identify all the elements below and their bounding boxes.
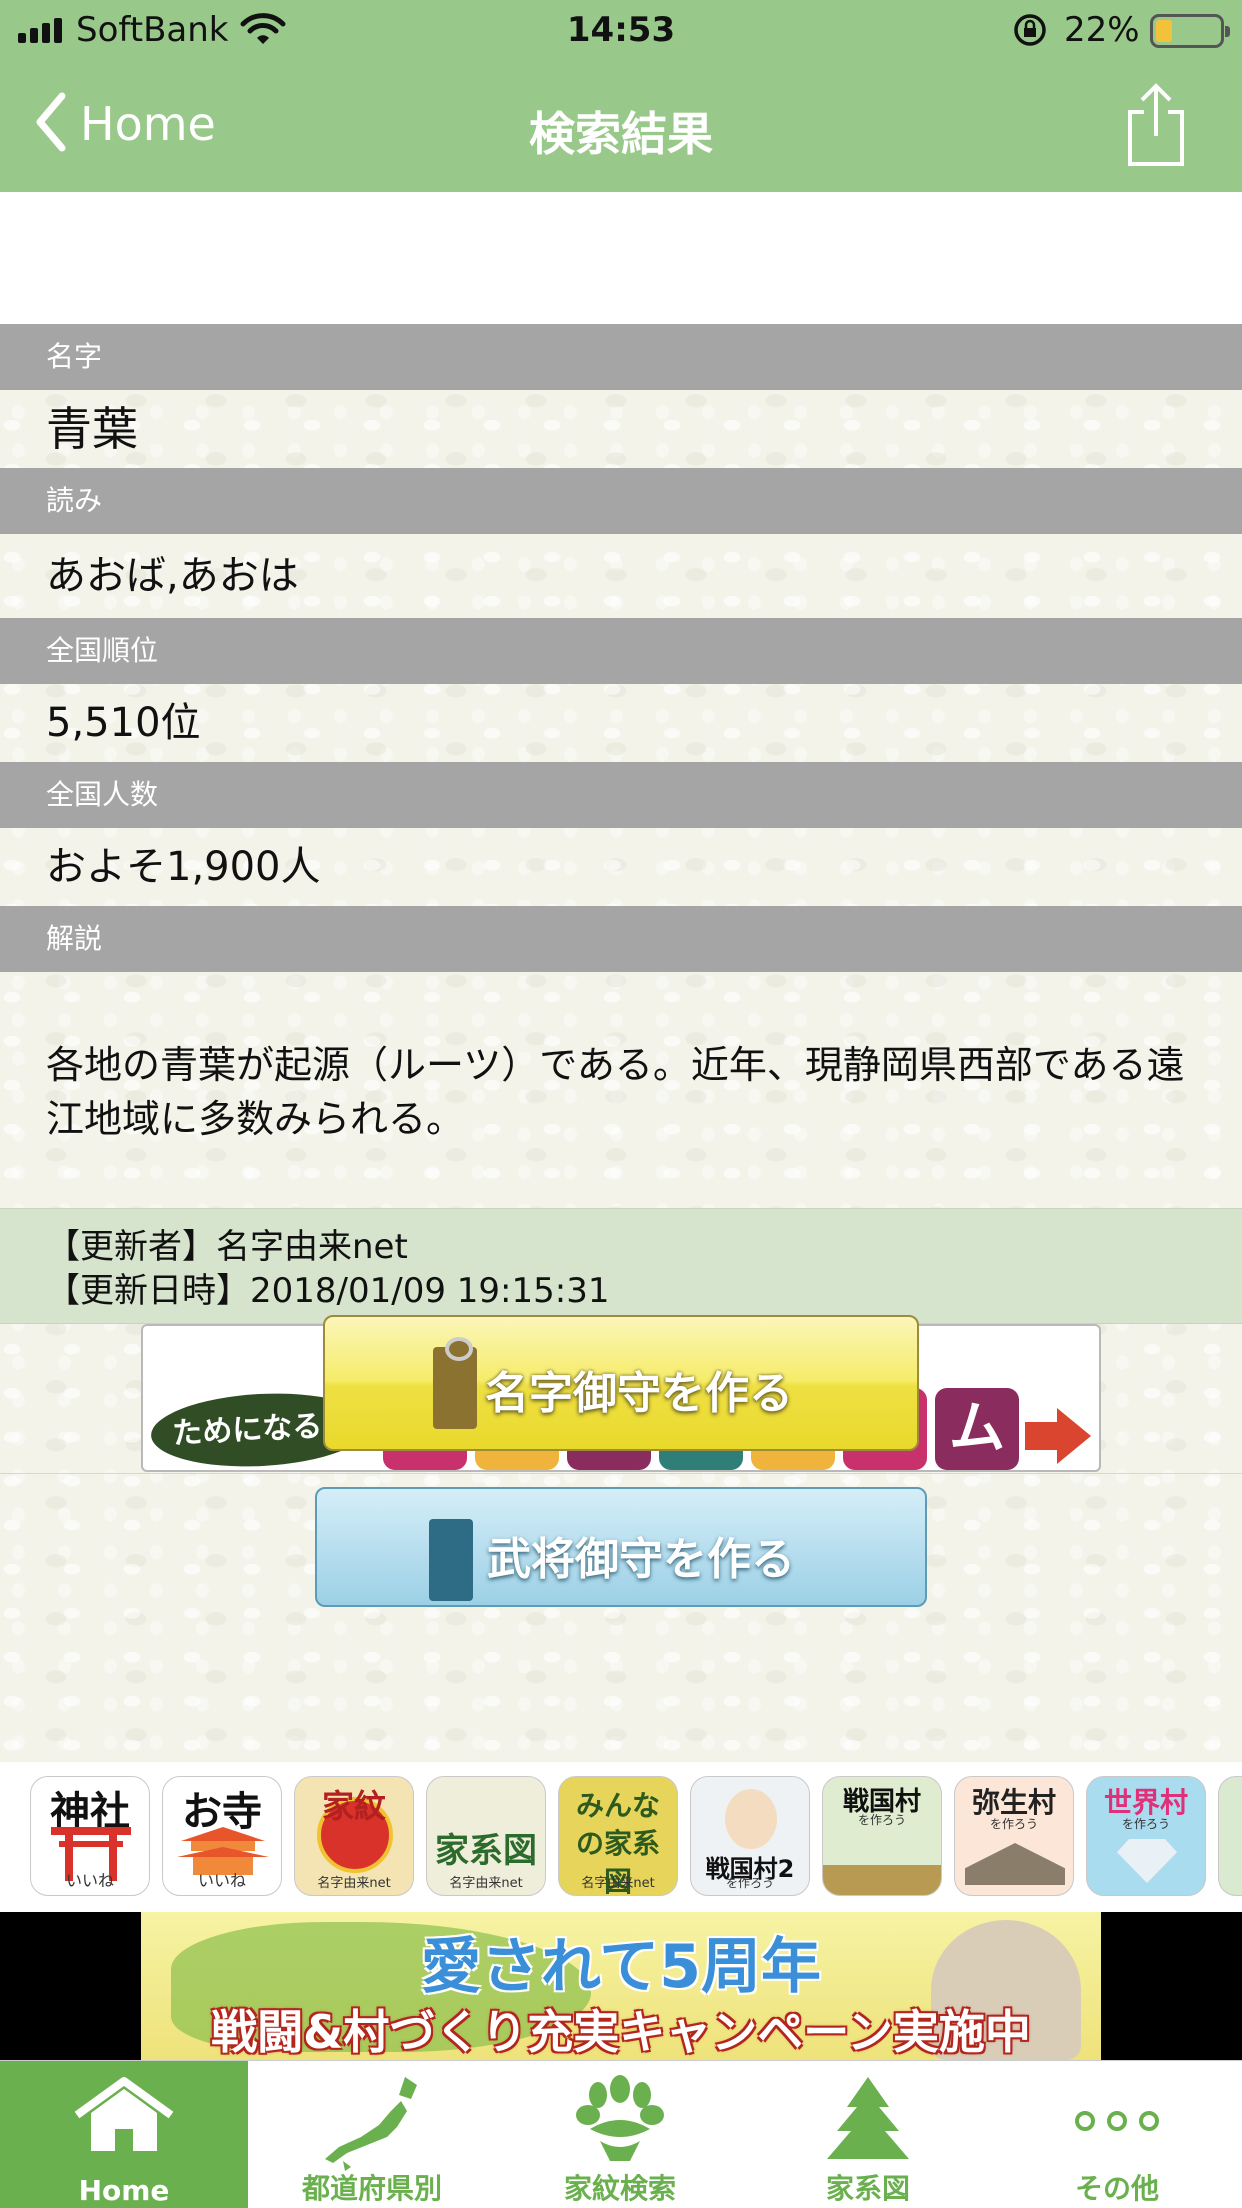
anniversary-ad-banner[interactable]: 愛されて5周年 戦闘&村づくり充実キャンペーン実施中 — [141, 1912, 1101, 2060]
app-jinja[interactable]: 神社 いいね — [30, 1776, 150, 1896]
chevron-left-icon — [34, 92, 68, 156]
tab-label: その他 — [1074, 2172, 1159, 2205]
description-label: 解説 — [0, 906, 1242, 972]
app-minna-kakeizu[interactable]: みんなの家系図 名字由来net — [558, 1776, 678, 1896]
hut-icon — [965, 1843, 1065, 1885]
ad-headline: 愛されて5周年 — [421, 1932, 821, 2002]
app-sengoku-mura-2[interactable]: 戦国村2 を作ろう — [690, 1776, 810, 1896]
navigation-bar: Home 検索結果 — [0, 62, 1242, 192]
app-subtitle: 名字由来net — [581, 1876, 655, 1891]
app-subtitle: を作ろう — [1121, 1817, 1170, 1831]
diamond-icon — [1117, 1839, 1177, 1883]
tab-more[interactable]: その他 — [992, 2061, 1242, 2208]
app-title: 家系図 — [435, 1831, 537, 1871]
ad-subline: 戦闘&村づくり充実キャンペーン実施中 — [211, 2005, 1031, 2059]
make-warlord-amulet-label: 武将御守を作る — [487, 1534, 795, 1585]
tab-home[interactable]: Home — [0, 2061, 248, 2208]
make-surname-amulet-label: 名字御守を作る — [485, 1368, 793, 1419]
updater-text: 【更新者】名字由来net — [46, 1227, 408, 1267]
population-label: 全国人数 — [0, 762, 1242, 828]
tree-icon — [827, 2077, 909, 2159]
app-subtitle: 名字由来net — [317, 1876, 391, 1891]
battery-percent: 22% — [1064, 10, 1140, 50]
make-warlord-amulet-button[interactable]: 武将御守を作る — [315, 1487, 927, 1607]
tab-label: 家紋検索 — [563, 2172, 676, 2205]
app-sekai-mura[interactable]: 世界村 を作ろう — [1086, 1776, 1206, 1896]
surname-label: 名字 — [0, 324, 1242, 390]
tab-label: 都道府県別 — [301, 2172, 442, 2205]
tab-kamon-search[interactable]: 家紋検索 — [496, 2061, 744, 2208]
top-bar: SoftBank 14:53 22% Home 検索結果 — [0, 0, 1242, 192]
app-subtitle: いいね — [65, 1871, 114, 1890]
top-spacer — [0, 192, 1242, 324]
share-icon[interactable] — [1124, 82, 1188, 172]
app-subtitle: 名字由来net — [449, 1876, 523, 1891]
japan-map-icon — [325, 2077, 417, 2171]
national-rank-value: 5,510位 — [46, 700, 201, 746]
back-button[interactable]: Home — [34, 92, 216, 156]
amulet-icon — [429, 1519, 473, 1601]
app-subtitle: を作ろう — [857, 1813, 906, 1827]
national-rank-label: 全国順位 — [0, 618, 1242, 684]
app-subtitle: を作ろう — [989, 1817, 1038, 1831]
tab-label: Home — [78, 2174, 170, 2207]
tab-family-tree[interactable]: 家系図 — [744, 2061, 992, 2208]
amulet-icon — [433, 1337, 477, 1429]
status-time: 14:53 — [566, 10, 676, 50]
app-kakeizu[interactable]: 家系図 名字由来net — [426, 1776, 546, 1896]
status-bar: SoftBank 14:53 22% — [0, 0, 1242, 62]
tab-bar: Home 都道府県別 家紋検索 家系図 その他 — [0, 2060, 1242, 2208]
app-subtitle: いいね — [197, 1871, 246, 1890]
description-text: 各地の青葉が起源（ルーツ）である。近年、現静岡県西部である遠江地域に多数みられる… — [46, 1043, 1185, 1141]
surname-value: 青葉 — [46, 402, 138, 456]
reading-value: あおば,あおは — [46, 553, 299, 599]
app-subtitle: を作ろう — [725, 1876, 774, 1890]
app-otera[interactable]: お寺 いいね — [162, 1776, 282, 1896]
battery-icon — [1150, 14, 1230, 48]
related-apps-strip[interactable]: 神社 いいね お寺 いいね 家紋 名字由来net 家系図 名字由来net みんな… — [0, 1762, 1242, 1912]
tab-prefectures[interactable]: 都道府県別 — [248, 2061, 496, 2208]
field-icon — [823, 1865, 941, 1895]
app-sengoku-mura[interactable]: 戦国村 を作ろう — [822, 1776, 942, 1896]
more-icon — [1075, 2111, 1159, 2131]
make-surname-amulet-button[interactable]: 名字御守を作る — [323, 1315, 919, 1451]
app-yayoi-mura[interactable]: 弥生村 を作ろう — [954, 1776, 1074, 1896]
population-value: およそ1,900人 — [46, 844, 321, 890]
rotation-lock-icon — [1010, 12, 1050, 52]
home-icon — [74, 2077, 174, 2151]
app-title: 家紋 — [321, 1787, 386, 1825]
app-more-partial[interactable] — [1218, 1776, 1242, 1896]
family-crest-icon — [576, 2075, 664, 2161]
reading-label: 読み — [0, 468, 1242, 534]
app-kamon[interactable]: 家紋 名字由来net — [294, 1776, 414, 1896]
action-buttons: 名字御守を作る 武将御守を作る — [0, 1281, 1242, 1607]
tab-label: 家系図 — [825, 2172, 910, 2205]
samurai-icon — [725, 1789, 777, 1849]
ad-banner-area: 愛されて5周年 戦闘&村づくり充実キャンペーン実施中 — [0, 1912, 1242, 2060]
back-button-label: Home — [80, 97, 216, 151]
